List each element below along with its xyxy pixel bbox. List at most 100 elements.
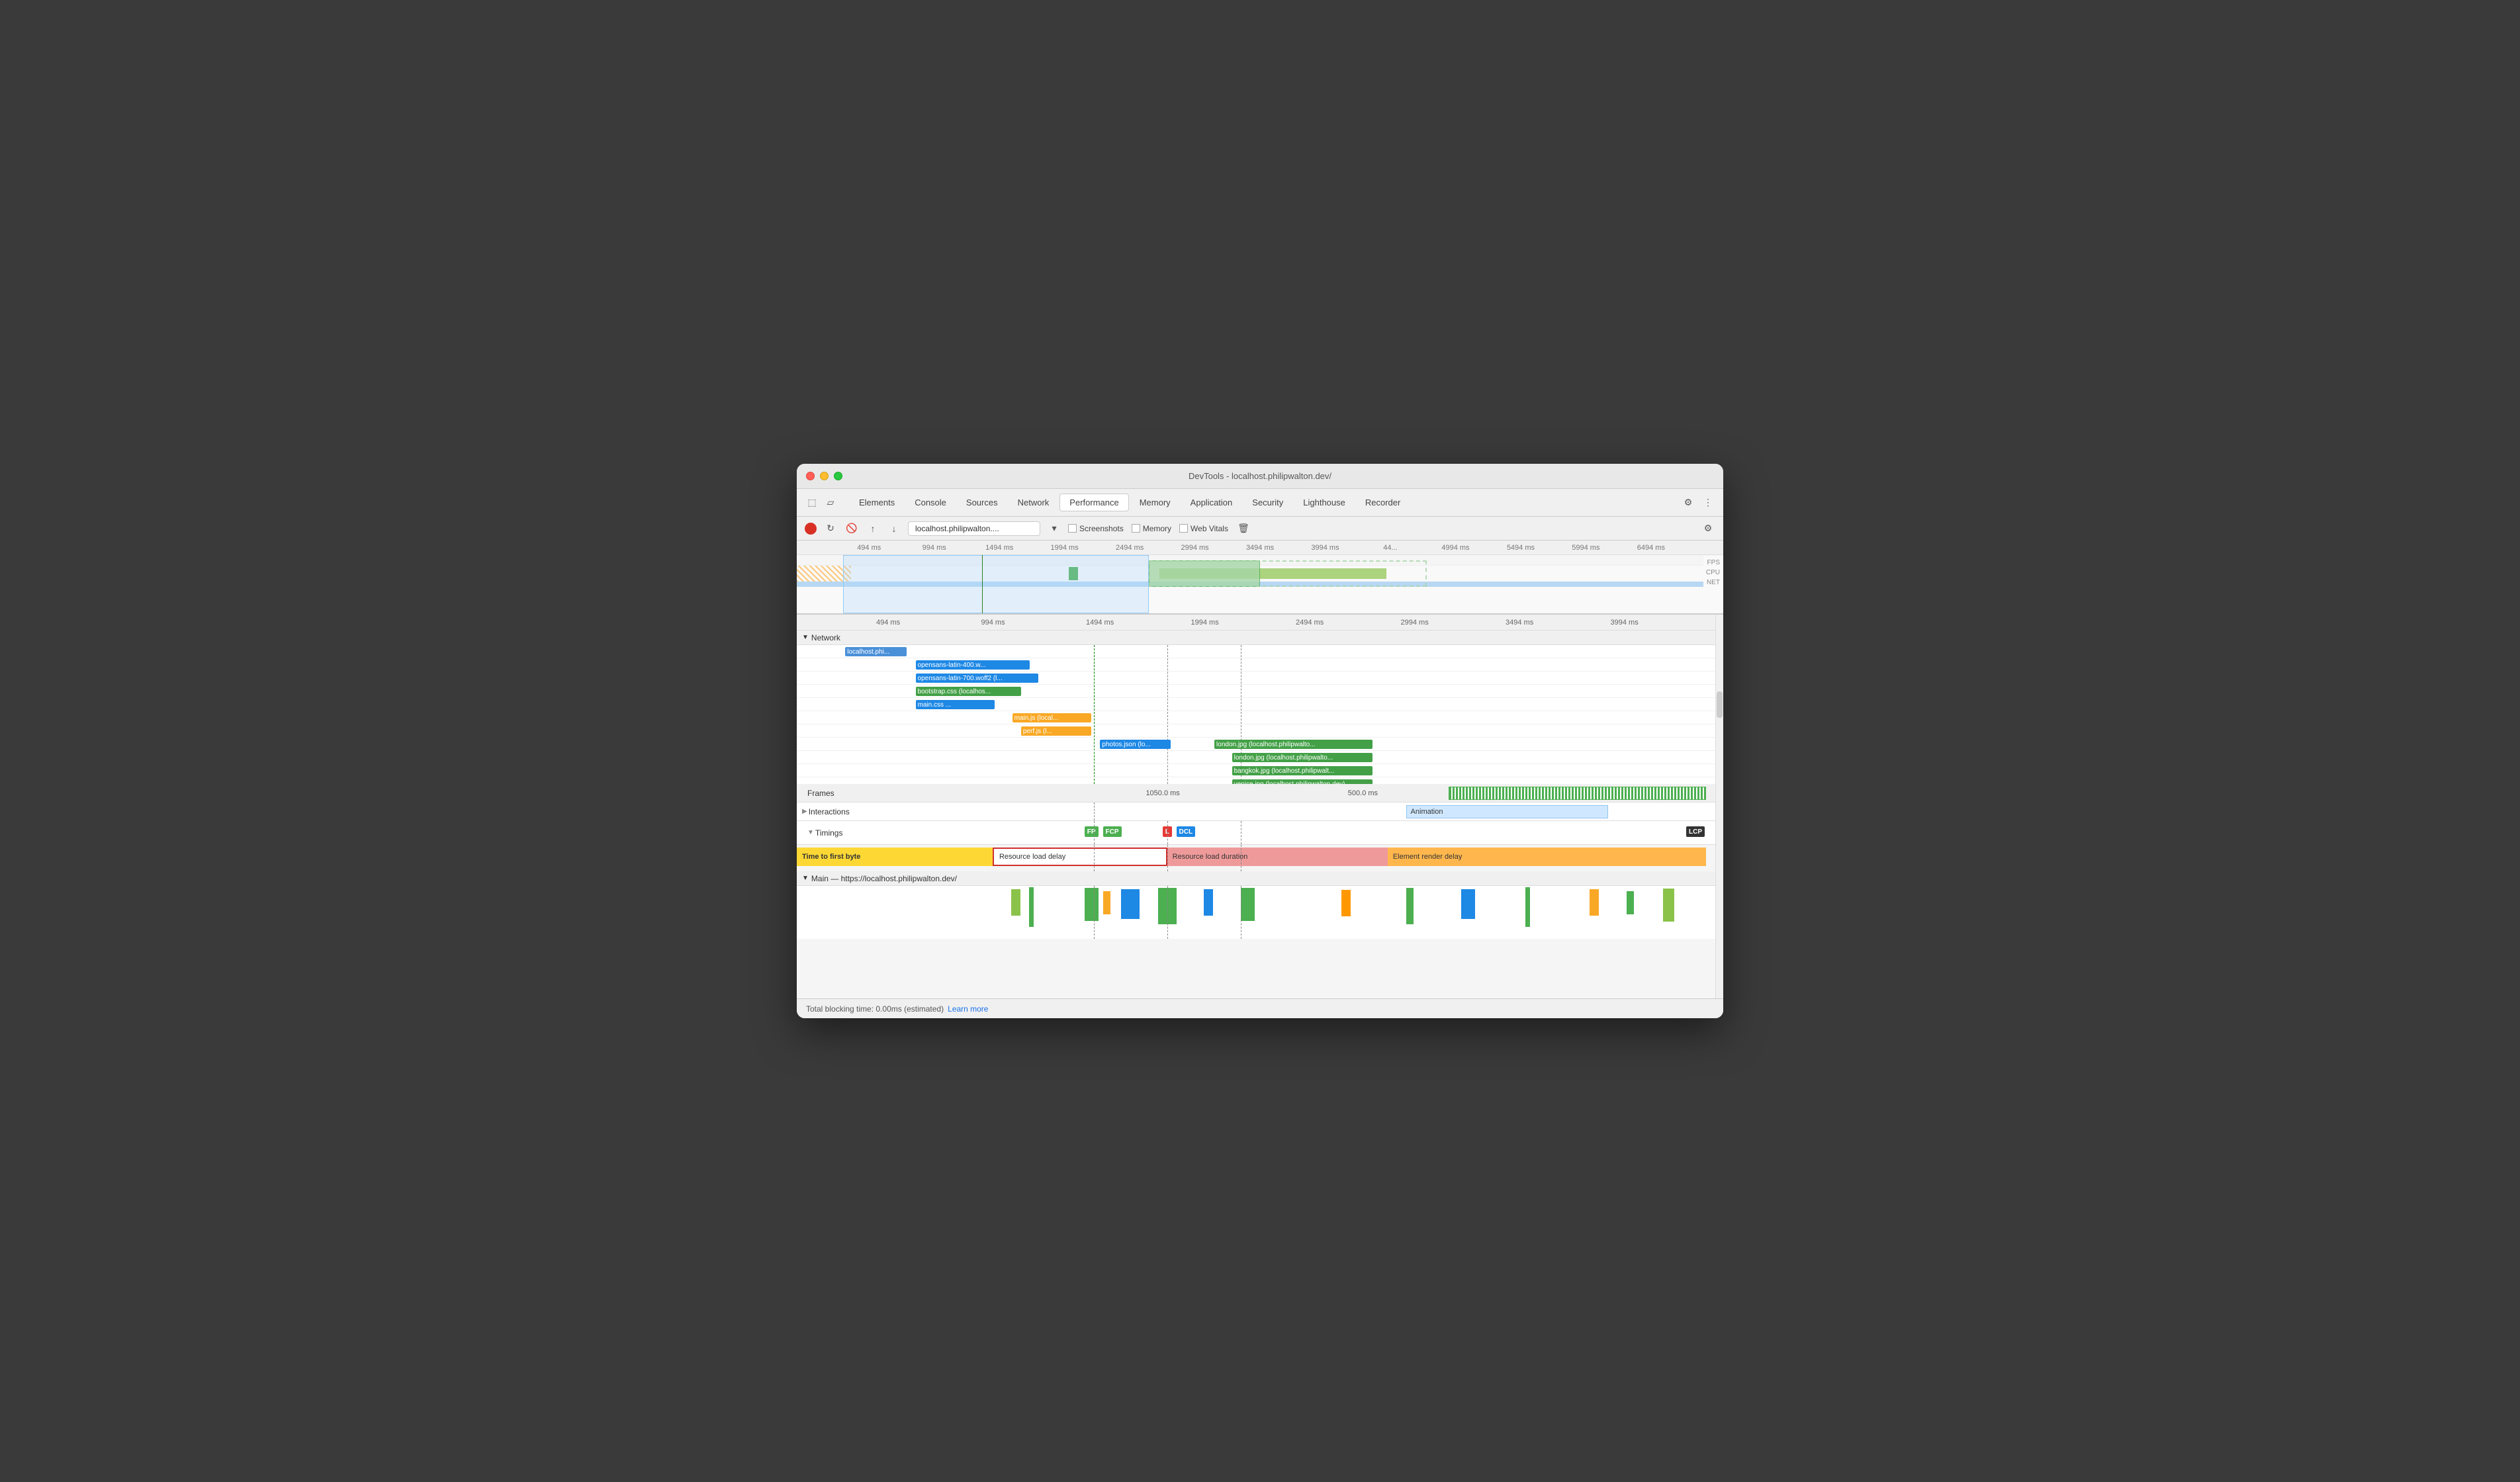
task-bar-8 (1341, 890, 1351, 916)
scroll-thumb[interactable] (1717, 691, 1723, 718)
detail-ruler-labels: 494 ms 994 ms 1494 ms 1994 ms 2494 ms 29… (876, 619, 1715, 627)
animation-bar[interactable]: Animation (1406, 805, 1608, 818)
tab-network[interactable]: Network (1009, 494, 1059, 511)
dcl-badge[interactable]: DCL (1177, 826, 1196, 837)
net-bar-london2[interactable]: london.jpg (localhost.philipwalto... (1232, 753, 1372, 762)
refresh-button[interactable]: ↻ (823, 521, 838, 536)
trash-icon[interactable]: 🗑 (1236, 521, 1251, 536)
resource-load-delay-bar[interactable]: Resource load delay (993, 848, 1167, 866)
learn-more-link[interactable]: Learn more (948, 1004, 988, 1014)
minimize-button[interactable] (820, 472, 829, 480)
net-bar-london1[interactable]: london.jpg (localhost.philipwalto... (1214, 740, 1372, 749)
net-bar-bootstrap[interactable]: bootstrap.css (localhos... (916, 687, 1021, 696)
net-bar-bangkok[interactable]: bangkok.jpg (localhost.philipwalt... (1232, 766, 1372, 775)
screenshots-cb-box[interactable] (1068, 524, 1077, 533)
timings-row: ▼ Timings FP FCP L DCL LCP (797, 821, 1715, 845)
timing-badge-fp[interactable]: FP (1085, 826, 1099, 837)
fps-label: FPS (1707, 558, 1720, 568)
vline-interactions (1094, 803, 1095, 820)
net-bar-photos[interactable]: photos.json (lo... (1100, 740, 1170, 749)
nav-toolbar: ⬚ ▱ Elements Console Sources Network Per… (797, 489, 1723, 517)
tab-security[interactable]: Security (1243, 494, 1292, 511)
timings-label: Timings (815, 828, 843, 838)
tab-elements[interactable]: Elements (850, 494, 904, 511)
stop-icon[interactable]: 🚫 (844, 521, 859, 536)
overview-minimap[interactable]: FPS CPU NET (797, 555, 1723, 615)
task-bar-2 (1085, 888, 1099, 921)
interactions-collapse-icon[interactable]: ▶ (802, 808, 807, 815)
close-button[interactable] (806, 472, 815, 480)
net-bar-mainjs[interactable]: main.js (local... (1012, 713, 1092, 722)
network-section-header[interactable]: ▼ Network (797, 631, 1715, 645)
traffic-lights (806, 472, 842, 480)
net-label: NET (1707, 578, 1720, 588)
memory-cb-box[interactable] (1132, 524, 1140, 533)
network-row-5: main.js (local... (797, 711, 1715, 724)
device-icon[interactable]: ▱ (823, 496, 838, 510)
tab-application[interactable]: Application (1181, 494, 1242, 511)
perf-toolbar: ↻ 🚫 ↑ ↓ localhost.philipwalton.... ▾ Scr… (797, 517, 1723, 541)
screenshots-checkbox[interactable]: Screenshots (1068, 524, 1124, 533)
webvitals-label: Web Vitals (1191, 524, 1228, 533)
timings-collapse-icon[interactable]: ▼ (802, 829, 814, 836)
url-dropdown-icon[interactable]: ▾ (1047, 521, 1061, 536)
frames-time1: 1050.0 ms (1146, 789, 1179, 797)
timing-badge-lcp[interactable]: LCP (1686, 826, 1705, 837)
cursor-icon[interactable]: ⬚ (805, 496, 819, 510)
ruler-label-12: 6494 ms (1619, 544, 1684, 552)
timing-badge-dcl[interactable]: DCL (1177, 826, 1196, 837)
frames-time2: 500.0 ms (1348, 789, 1378, 797)
toolbar-icons: ⬚ ▱ (805, 496, 838, 510)
maximize-button[interactable] (834, 472, 842, 480)
resource-load-duration-label: Resource load duration (1173, 853, 1248, 861)
timing-badge-fcp[interactable]: FCP (1103, 826, 1122, 837)
task-bar-10 (1461, 889, 1475, 919)
fcp-badge[interactable]: FCP (1103, 826, 1122, 837)
screenshots-label: Screenshots (1079, 524, 1124, 533)
scrollbar[interactable] (1715, 615, 1723, 998)
more-icon[interactable]: ⋮ (1701, 496, 1715, 510)
webvitals-checkbox[interactable]: Web Vitals (1179, 524, 1228, 533)
ruler-label-8: 44... (1358, 544, 1423, 552)
lcp-badge[interactable]: LCP (1686, 826, 1705, 837)
net-bar-perfjs[interactable]: perf.js (l... (1021, 726, 1091, 736)
tab-lighthouse[interactable]: Lighthouse (1294, 494, 1355, 511)
tab-recorder[interactable]: Recorder (1356, 494, 1410, 511)
net-bar-localhost[interactable]: localhost.phi... (845, 647, 907, 656)
net-bar-opensans400[interactable]: opensans-latin-400.w... (916, 660, 1030, 670)
url-display: localhost.philipwalton.... (908, 521, 1040, 536)
ttfb-bar[interactable]: Time to first byte (797, 848, 993, 866)
net-bar-opensans700[interactable]: opensans-latin-700.woff2 (l... (916, 674, 1039, 683)
net-bar-maincss[interactable]: main.css ... (916, 700, 995, 709)
tab-performance[interactable]: Performance (1059, 494, 1128, 511)
frames-row: Frames 1050.0 ms 500.0 ms (797, 784, 1715, 803)
settings-perf-icon[interactable]: ⚙ (1701, 521, 1715, 536)
main-collapse-icon[interactable]: ▼ (802, 875, 809, 882)
net-bar-venice[interactable]: venice.jpg (localhost.philipwalton.dev) (1232, 779, 1372, 784)
timing-badge-l[interactable]: L (1163, 826, 1172, 837)
tab-console[interactable]: Console (905, 494, 956, 511)
network-row-8: london.jpg (localhost.philipwalto... (797, 751, 1715, 764)
resource-load-duration-bar[interactable]: Resource load duration (1167, 848, 1388, 866)
detail-label-4: 2494 ms (1296, 619, 1401, 627)
tab-sources[interactable]: Sources (957, 494, 1007, 511)
status-text: Total blocking time: 0.00ms (estimated) (806, 1004, 944, 1014)
task-bar-5 (1158, 888, 1177, 924)
panel-scroll[interactable]: 494 ms 994 ms 1494 ms 1994 ms 2494 ms 29… (797, 615, 1715, 998)
network-row-6: perf.js (l... (797, 724, 1715, 738)
download-icon[interactable]: ↓ (887, 521, 901, 536)
fp-badge[interactable]: FP (1085, 826, 1099, 837)
main-section-header[interactable]: ▼ Main — https://localhost.philipwalton.… (797, 871, 1715, 886)
tab-memory[interactable]: Memory (1130, 494, 1180, 511)
webvitals-cb-box[interactable] (1179, 524, 1188, 533)
checkboxes: Screenshots Memory Web Vitals 🗑 (1068, 521, 1251, 536)
task-bar-14 (1663, 889, 1674, 922)
record-button[interactable] (805, 523, 817, 535)
ruler-label-11: 5994 ms (1553, 544, 1618, 552)
element-render-delay-bar[interactable]: Element render delay (1388, 848, 1706, 866)
l-badge[interactable]: L (1163, 826, 1172, 837)
settings-icon[interactable]: ⚙ (1681, 496, 1695, 510)
net-bar-bootstrap-label: bootstrap.css (localhos... (918, 688, 991, 695)
upload-icon[interactable]: ↑ (866, 521, 880, 536)
memory-checkbox[interactable]: Memory (1132, 524, 1171, 533)
